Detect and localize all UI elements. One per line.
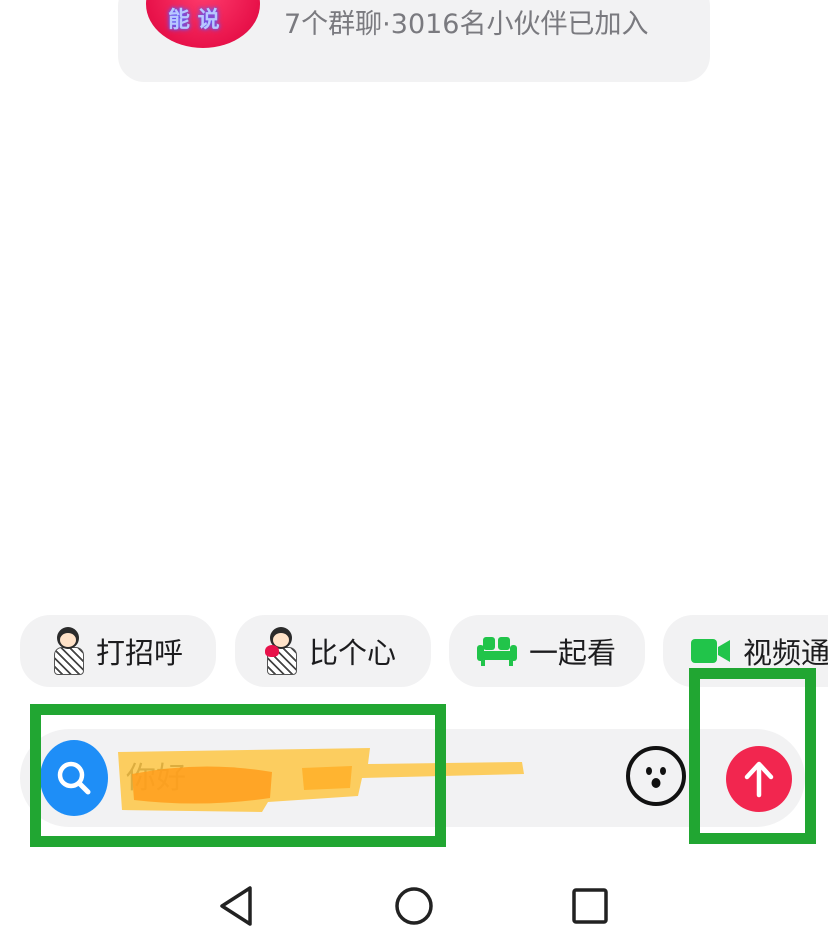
chip-heart[interactable]: 比个心 bbox=[235, 615, 431, 687]
message-input[interactable] bbox=[124, 748, 548, 808]
chip-say-hi[interactable]: 打招呼 bbox=[20, 615, 216, 687]
arrow-up-icon bbox=[744, 761, 774, 798]
emoji-icon bbox=[646, 767, 666, 788]
group-avatar-text: 能 说 bbox=[168, 8, 220, 33]
chip-video-call[interactable]: 视频通 bbox=[663, 615, 828, 687]
home-nav-icon[interactable] bbox=[392, 884, 436, 928]
send-button[interactable] bbox=[726, 746, 792, 812]
chip-video-call-label: 视频通 bbox=[743, 636, 828, 670]
search-button[interactable] bbox=[40, 740, 108, 816]
group-info-text: 7个群聊·3016名小伙伴已加入 bbox=[284, 9, 649, 40]
chip-watch-together-label: 一起看 bbox=[529, 636, 617, 670]
heart-sticker-icon bbox=[263, 627, 297, 675]
chip-say-hi-label: 打招呼 bbox=[96, 636, 184, 670]
chip-heart-label: 比个心 bbox=[309, 636, 397, 670]
back-nav-icon[interactable] bbox=[216, 884, 260, 928]
waving-sticker-icon bbox=[50, 627, 84, 675]
video-camera-icon bbox=[691, 639, 730, 663]
chip-watch-together[interactable]: 一起看 bbox=[449, 615, 645, 687]
sofa-icon bbox=[477, 637, 517, 666]
search-icon bbox=[57, 761, 91, 795]
emoji-button[interactable] bbox=[626, 746, 686, 806]
recents-nav-icon[interactable] bbox=[568, 884, 612, 928]
